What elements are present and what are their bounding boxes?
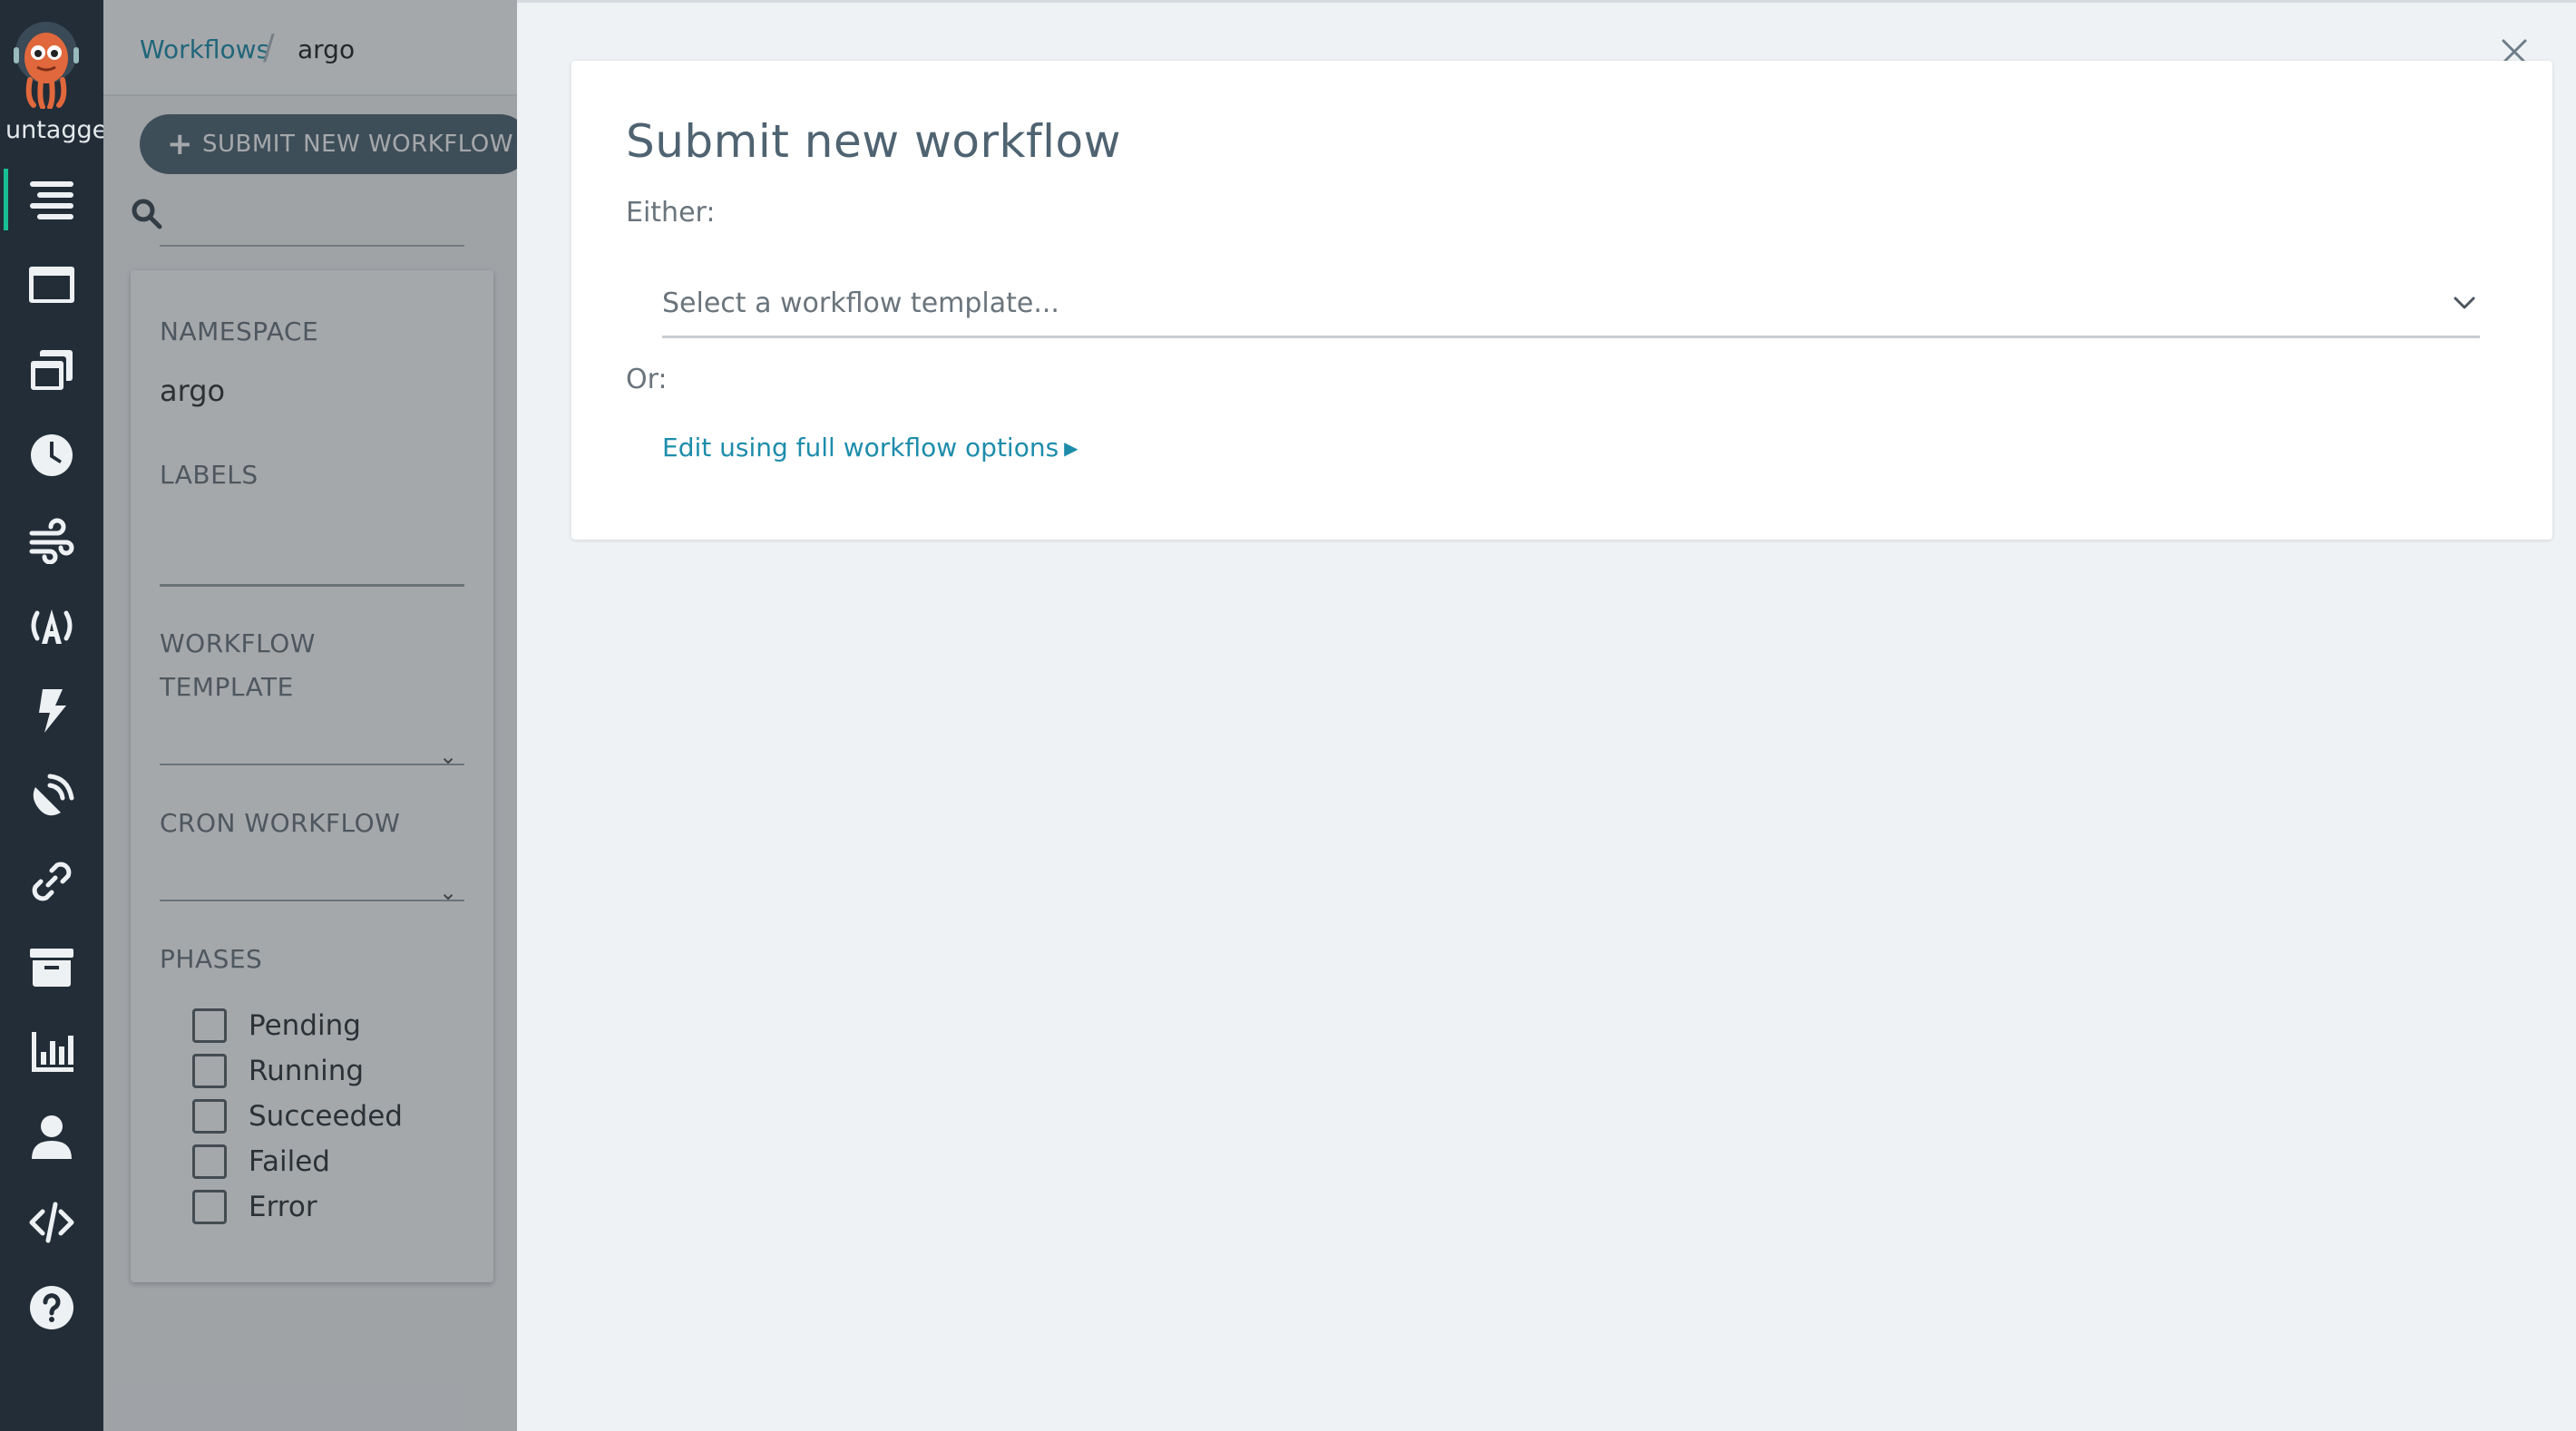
bolt-icon	[39, 689, 66, 733]
nav-help[interactable]	[0, 1271, 103, 1344]
user-icon	[32, 1115, 72, 1159]
clock-icon	[31, 434, 73, 476]
argo-logo-icon[interactable]	[10, 20, 83, 109]
panel-title: Submit new workflow	[626, 115, 1121, 168]
help-icon	[30, 1286, 73, 1329]
either-label: Either:	[626, 197, 716, 229]
window-icon	[29, 267, 74, 303]
nav-links[interactable]	[0, 845, 103, 918]
nav-api-docs[interactable]	[0, 1186, 103, 1259]
chevron-down-icon	[2454, 297, 2475, 309]
nav-cluster-workflow-templates[interactable]	[0, 334, 103, 406]
workflow-template-select[interactable]: Select a workflow template...	[662, 280, 2480, 338]
version-label: untagged	[5, 116, 103, 144]
nav-archived-workflows[interactable]	[0, 930, 103, 1003]
copy-icon	[31, 350, 73, 390]
list-icon	[30, 181, 73, 219]
wind-icon	[29, 518, 74, 564]
caret-right-icon: ▶	[1064, 437, 1078, 459]
nav-reports[interactable]	[0, 1016, 103, 1088]
nav-event-sources[interactable]	[0, 589, 103, 662]
edit-link-label: Edit using full workflow options	[662, 433, 1059, 462]
overlay-backdrop[interactable]	[103, 0, 517, 1431]
nav-user[interactable]	[0, 1101, 103, 1173]
or-label: Or:	[626, 364, 668, 395]
nav-sensors[interactable]	[0, 675, 103, 747]
broadcast-icon	[31, 609, 73, 644]
nav-cron-workflows[interactable]	[0, 419, 103, 492]
submit-card: Submit new workflow Either: Select a wor…	[571, 61, 2552, 540]
edit-full-options-link[interactable]: Edit using full workflow options ▶	[662, 433, 1078, 462]
submit-workflow-panel: Submit new workflow Either: Select a wor…	[517, 0, 2576, 1431]
template-placeholder: Select a workflow template...	[662, 287, 1059, 319]
nav-workflow-templates[interactable]	[0, 248, 103, 321]
nav-rail: untagged	[0, 0, 103, 1431]
chart-bar-icon	[32, 1032, 73, 1072]
nav-workflows[interactable]	[0, 163, 103, 236]
nav-event-bus[interactable]	[0, 760, 103, 832]
nav-event-flow[interactable]	[0, 504, 103, 577]
link-icon	[32, 862, 72, 901]
code-icon	[29, 1202, 74, 1243]
satellite-dish-icon	[33, 774, 74, 816]
archive-icon	[30, 949, 73, 987]
